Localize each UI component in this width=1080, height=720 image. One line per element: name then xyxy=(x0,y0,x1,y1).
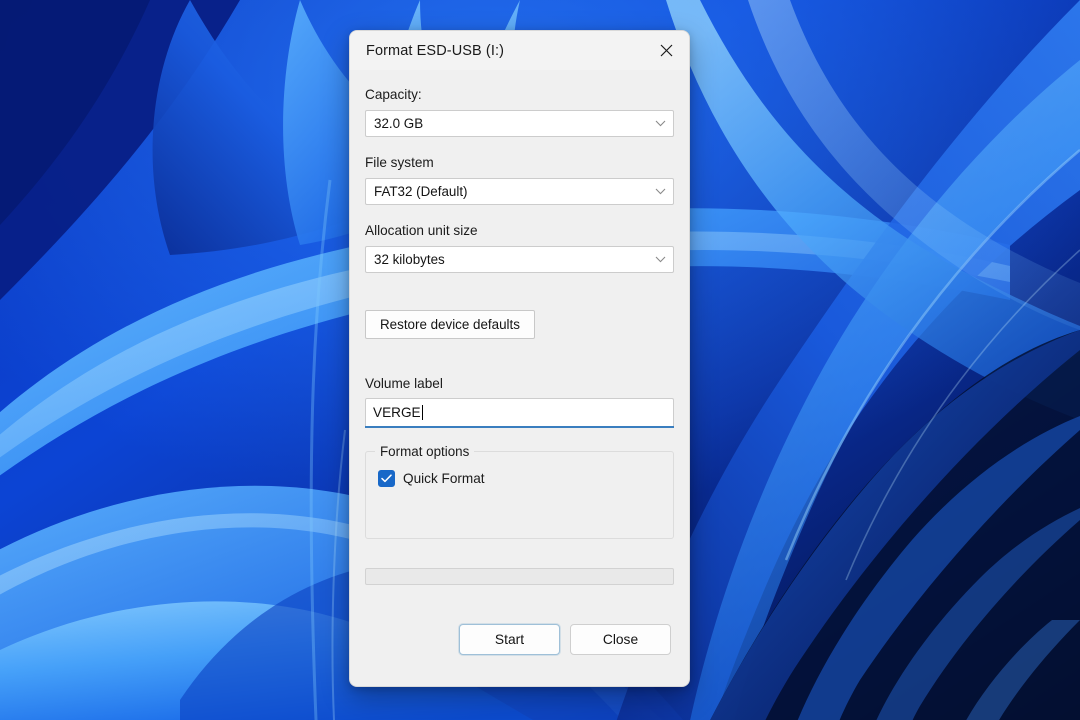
text-caret xyxy=(421,405,423,420)
quick-format-checkbox-row[interactable]: Quick Format xyxy=(378,470,661,487)
file-system-select[interactable]: FAT32 (Default) xyxy=(365,178,674,205)
dialog-titlebar[interactable]: Format ESD-USB (I:) xyxy=(350,31,689,70)
start-button[interactable]: Start xyxy=(459,624,560,655)
volume-label-input[interactable]: VERGE xyxy=(365,398,674,428)
capacity-label: Capacity: xyxy=(365,87,422,102)
close-dialog-button[interactable]: Close xyxy=(570,624,671,655)
file-system-value: FAT32 (Default) xyxy=(374,184,468,199)
quick-format-checkbox[interactable] xyxy=(378,470,395,487)
capacity-value: 32.0 GB xyxy=(374,116,424,131)
chevron-down-icon xyxy=(647,188,673,195)
format-dialog: Format ESD-USB (I:) Capacity: 32.0 GB Fi… xyxy=(349,30,690,687)
volume-label-value: VERGE xyxy=(373,405,421,420)
format-progress-bar xyxy=(365,568,674,585)
allocation-unit-label: Allocation unit size xyxy=(365,223,478,238)
desktop: Format ESD-USB (I:) Capacity: 32.0 GB Fi… xyxy=(0,0,1080,720)
format-options-legend: Format options xyxy=(375,443,475,460)
volume-label-label: Volume label xyxy=(365,376,443,391)
chevron-down-icon xyxy=(647,120,673,127)
quick-format-label: Quick Format xyxy=(403,471,485,486)
allocation-unit-select[interactable]: 32 kilobytes xyxy=(365,246,674,273)
dialog-body: Capacity: 32.0 GB File system FAT32 (Def… xyxy=(350,70,689,655)
close-icon xyxy=(660,44,673,57)
file-system-label: File system xyxy=(365,155,434,170)
restore-device-defaults-button[interactable]: Restore device defaults xyxy=(365,310,535,339)
dialog-title: Format ESD-USB (I:) xyxy=(366,42,505,59)
dialog-actions: Start Close xyxy=(365,624,674,655)
close-button[interactable] xyxy=(643,31,689,70)
chevron-down-icon xyxy=(647,256,673,263)
allocation-unit-value: 32 kilobytes xyxy=(374,252,445,267)
checkmark-icon xyxy=(381,474,392,483)
capacity-select[interactable]: 32.0 GB xyxy=(365,110,674,137)
format-options-group: Format options Quick Format xyxy=(365,443,674,539)
